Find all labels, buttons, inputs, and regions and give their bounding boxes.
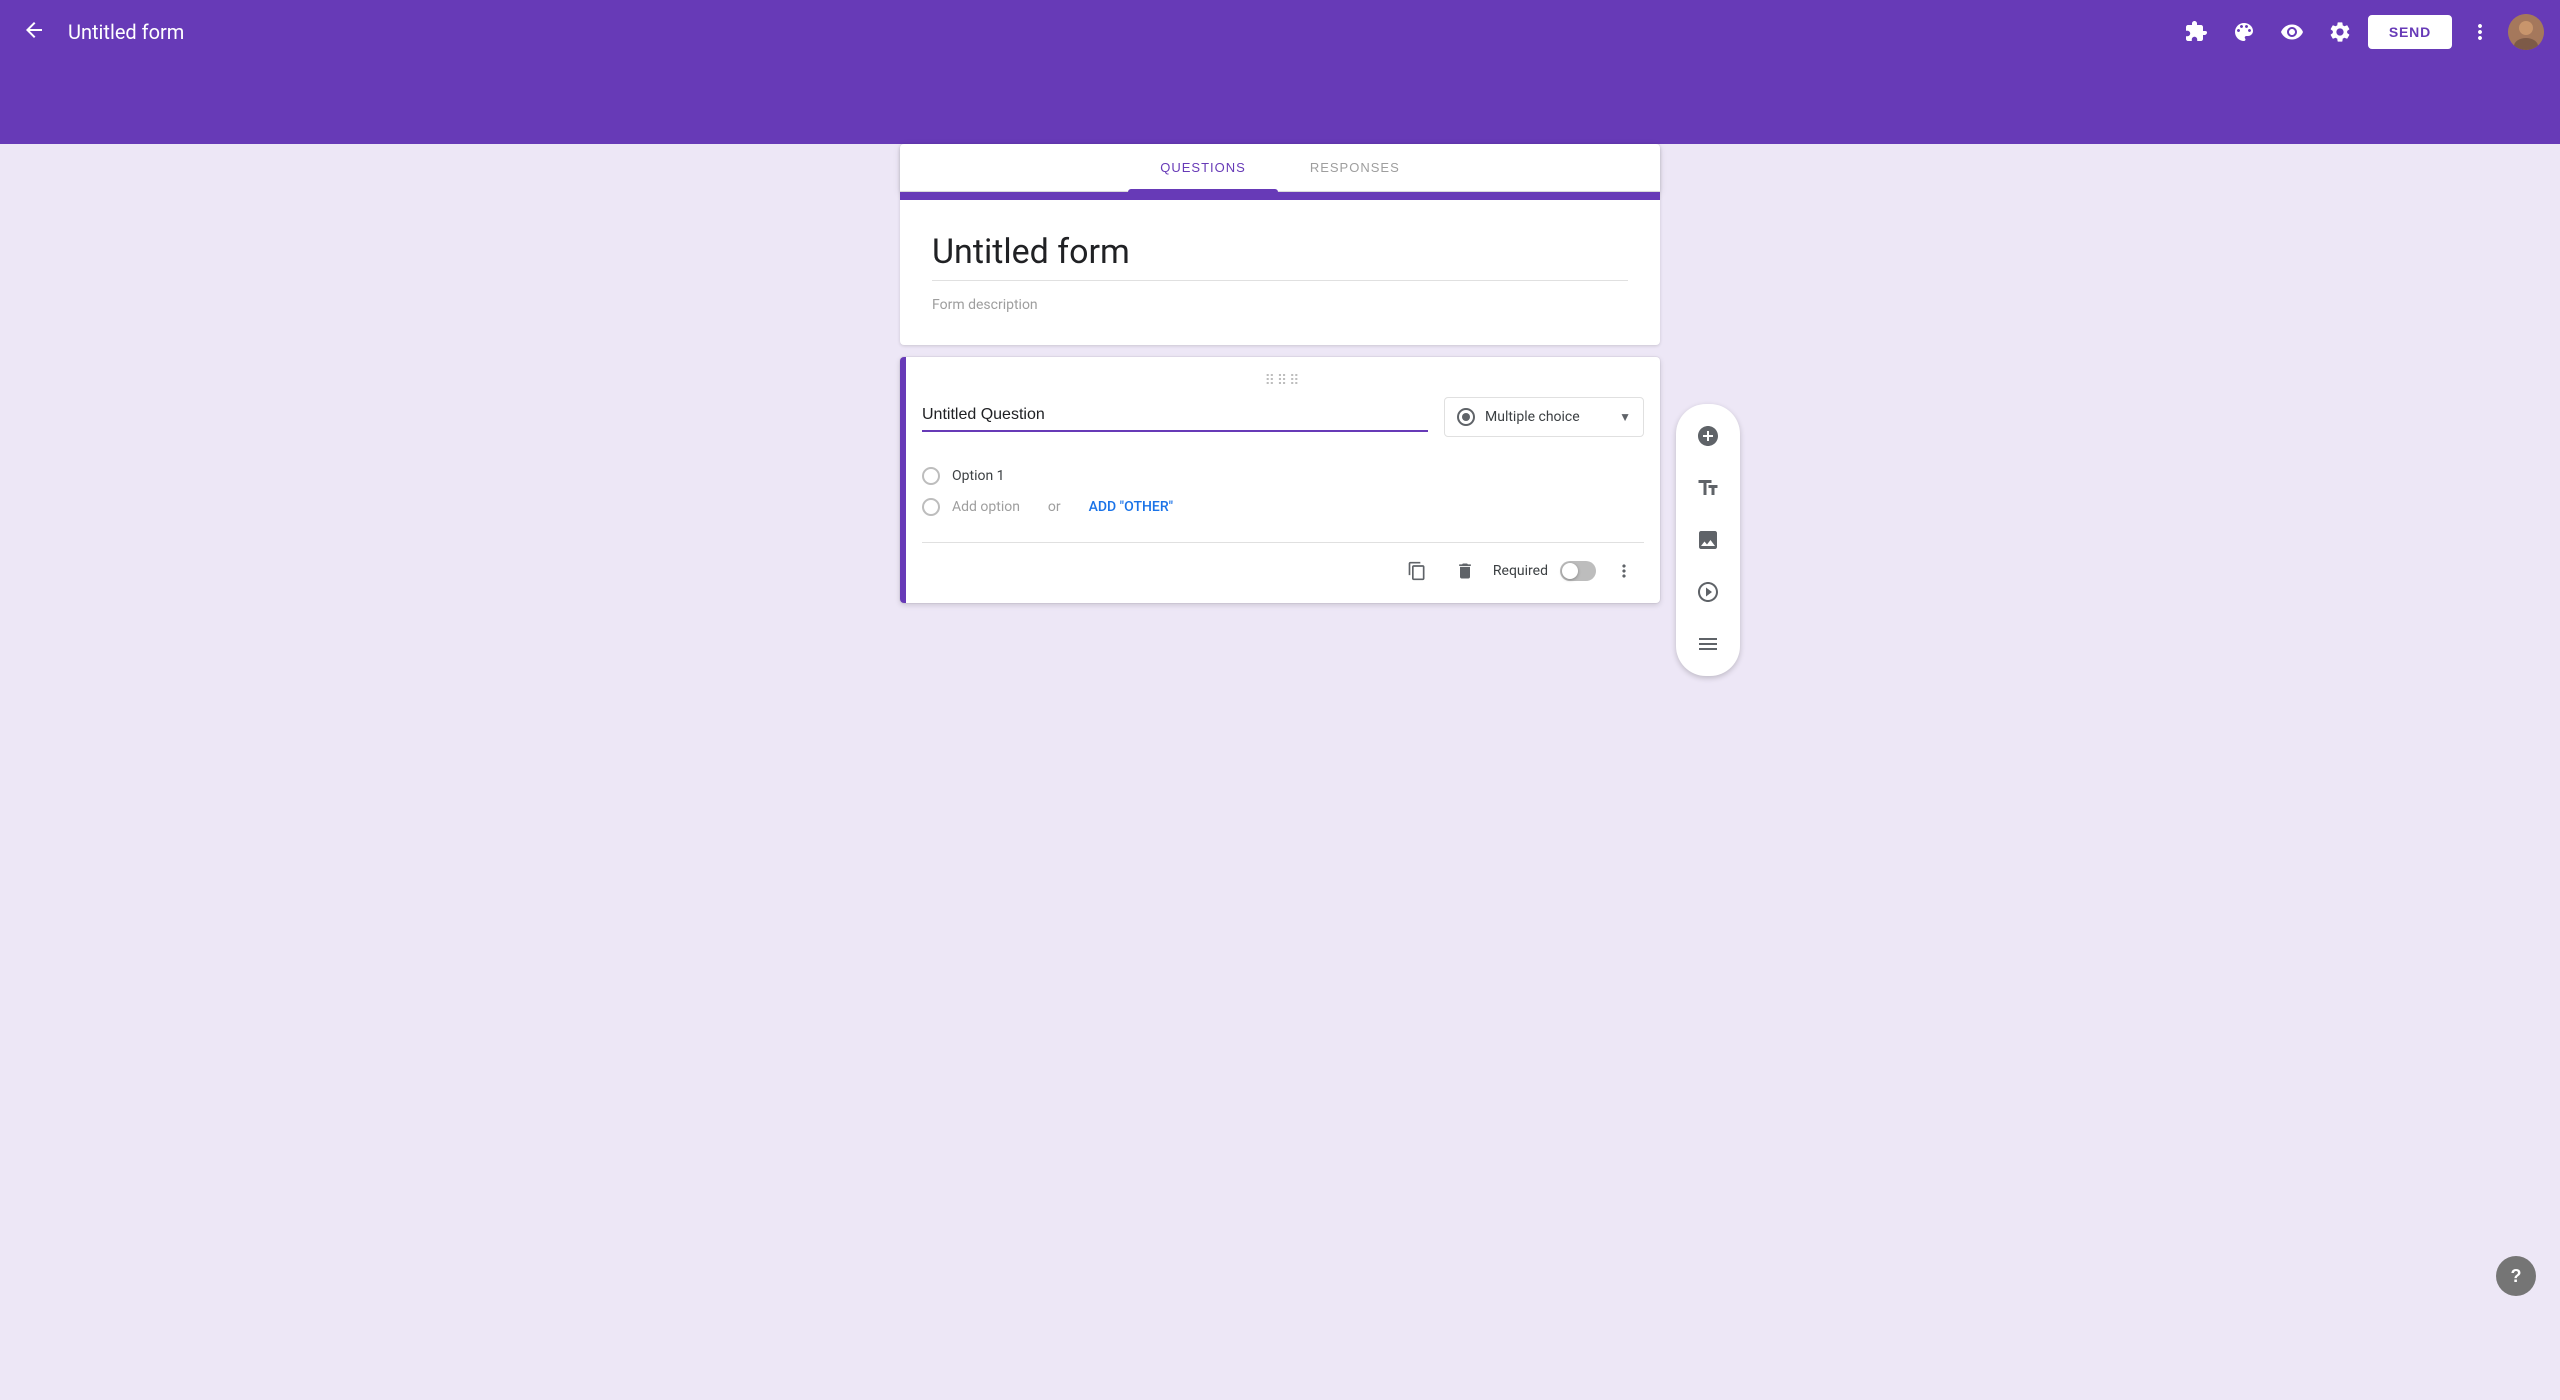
required-label: Required: [1493, 563, 1548, 579]
nav-left: Untitled form: [16, 12, 2176, 52]
question-card: ⠿⠿⠿ Multiple choice ▼ Option 1 Add optio…: [900, 357, 1660, 603]
tab-responses[interactable]: RESPONSES: [1278, 144, 1432, 191]
question-type-label: Multiple choice: [1485, 409, 1609, 425]
help-button[interactable]: ?: [2496, 1256, 2536, 1296]
add-other-link[interactable]: ADD "OTHER": [1089, 499, 1173, 515]
user-avatar[interactable]: [2508, 14, 2544, 50]
add-image-button[interactable]: [1684, 516, 1732, 564]
question-title-input[interactable]: [922, 402, 1428, 432]
tabs-row: QUESTIONS RESPONSES: [900, 144, 1660, 192]
more-options-button[interactable]: [2460, 12, 2500, 52]
options-list: Option 1 Add option or ADD "OTHER": [922, 457, 1644, 526]
form-title-nav: Untitled form: [68, 20, 184, 44]
main-content: QUESTIONS RESPONSES Untitled form Form d…: [0, 144, 2560, 1400]
send-button[interactable]: SEND: [2368, 15, 2452, 49]
add-question-button[interactable]: [1684, 412, 1732, 460]
form-description[interactable]: Form description: [932, 297, 1628, 313]
back-button[interactable]: [16, 12, 52, 52]
puzzle-icon-button[interactable]: [2176, 12, 2216, 52]
tab-questions[interactable]: QUESTIONS: [1128, 144, 1278, 191]
nav-right: SEND: [2176, 12, 2544, 52]
add-option-radio-indicator: [922, 498, 940, 516]
form-title-card: Untitled form Form description: [900, 192, 1660, 345]
delete-button[interactable]: [1445, 551, 1485, 591]
question-row: Multiple choice ▼: [922, 397, 1644, 437]
question-type-dropdown[interactable]: Multiple choice ▼: [1444, 397, 1644, 437]
add-option-row: Add option or ADD "OTHER": [922, 491, 1644, 522]
settings-icon-button[interactable]: [2320, 12, 2360, 52]
chevron-down-icon: ▼: [1619, 410, 1631, 424]
option-1-label[interactable]: Option 1: [952, 468, 1005, 484]
question-footer: Required: [922, 543, 1644, 603]
drag-handle[interactable]: ⠿⠿⠿: [922, 373, 1644, 389]
preview-icon-button[interactable]: [2272, 12, 2312, 52]
question-more-button[interactable]: [1604, 551, 1644, 591]
purple-banner: [0, 64, 2560, 144]
form-main-title[interactable]: Untitled form: [932, 232, 1628, 281]
palette-icon-button[interactable]: [2224, 12, 2264, 52]
option-row: Option 1: [922, 461, 1644, 491]
top-navigation: Untitled form SEND: [0, 0, 2560, 64]
add-option-text[interactable]: Add option: [952, 499, 1020, 515]
add-title-button[interactable]: [1684, 464, 1732, 512]
radio-icon: [1457, 408, 1475, 426]
tabs-card: QUESTIONS RESPONSES: [900, 144, 1660, 192]
add-section-button[interactable]: [1684, 620, 1732, 668]
or-text: or: [1048, 499, 1061, 515]
form-container: QUESTIONS RESPONSES Untitled form Form d…: [900, 144, 1660, 1400]
add-video-button[interactable]: [1684, 568, 1732, 616]
option-radio-indicator: [922, 467, 940, 485]
duplicate-button[interactable]: [1397, 551, 1437, 591]
required-toggle[interactable]: [1560, 561, 1596, 581]
right-sidebar: [1676, 404, 1740, 676]
